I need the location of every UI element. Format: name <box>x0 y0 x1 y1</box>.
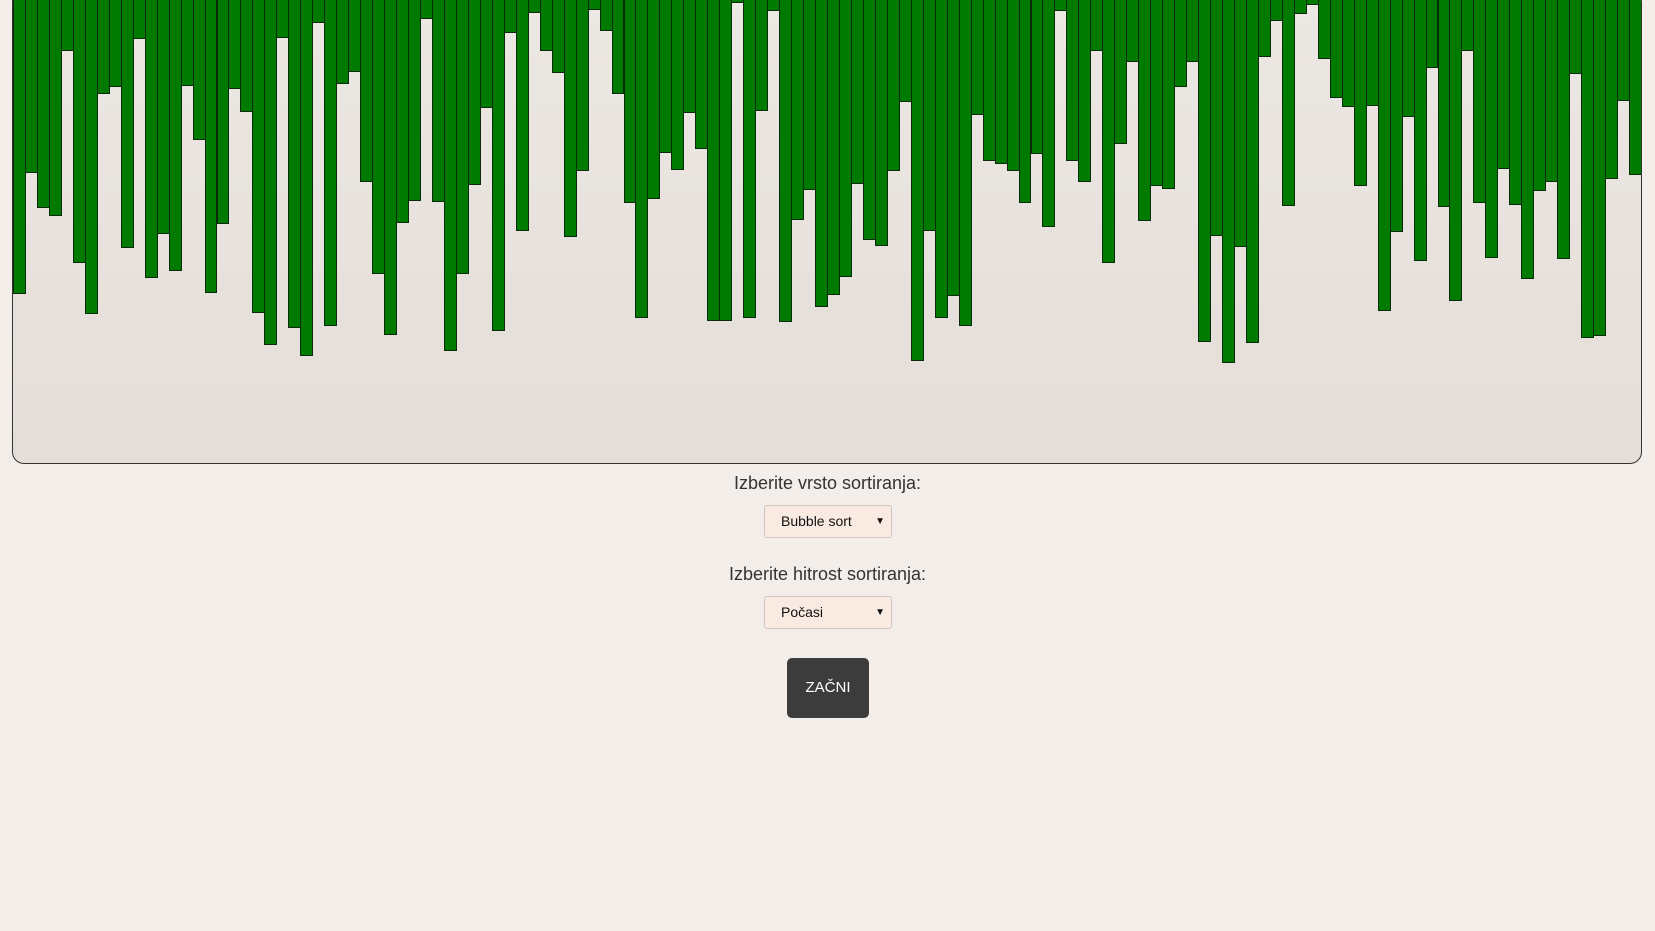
value-bar <box>719 0 733 321</box>
value-bar <box>1281 0 1295 206</box>
speed-select[interactable]: Počasi ▼ <box>764 596 892 629</box>
value-bar <box>264 0 278 345</box>
value-bar <box>755 0 769 111</box>
value-bar <box>491 0 505 331</box>
sort-visualization-canvas <box>12 0 1642 464</box>
value-bar <box>300 0 314 356</box>
speed-label: Izberite hitrost sortiranja: <box>728 564 927 584</box>
sort-type-label: Izberite vrsto sortiranja: <box>733 473 922 493</box>
sort-type-selected-value: Bubble sort <box>781 513 852 529</box>
value-bar <box>515 0 529 231</box>
dropdown-arrow-icon: ▼ <box>875 607 885 618</box>
value-bar <box>408 0 421 201</box>
value-bar <box>575 0 589 171</box>
dropdown-arrow-icon: ▼ <box>875 516 885 527</box>
start-button[interactable]: ZAČNI <box>787 658 869 718</box>
speed-selected-value: Počasi <box>781 604 824 620</box>
value-bar <box>1042 0 1056 227</box>
value-bar <box>1629 0 1641 175</box>
bar-container <box>13 0 1641 463</box>
sort-type-select[interactable]: Bubble sort ▼ <box>764 505 892 538</box>
